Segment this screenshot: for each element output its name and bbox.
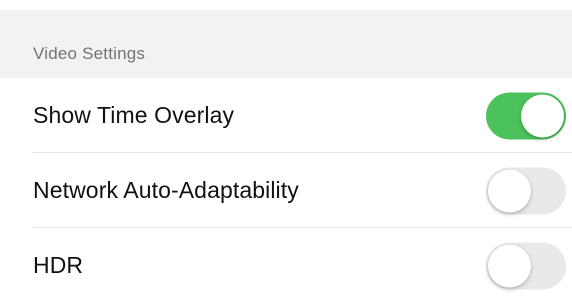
setting-row-hdr: HDR xyxy=(0,228,572,303)
setting-label: Show Time Overlay xyxy=(33,102,235,128)
setting-label: HDR xyxy=(33,252,84,278)
section-header: Video Settings xyxy=(0,10,572,78)
hdr-toggle[interactable] xyxy=(486,242,566,289)
toggle-knob xyxy=(488,244,531,287)
video-settings-screen: Video Settings Show Time Overlay Network… xyxy=(0,0,572,305)
network-auto-adaptability-toggle[interactable] xyxy=(486,167,566,214)
toggle-knob xyxy=(521,94,564,137)
setting-row-show-time-overlay: Show Time Overlay xyxy=(0,78,572,153)
setting-label: Network Auto-Adaptability xyxy=(33,177,299,203)
toggle-knob xyxy=(488,169,531,212)
show-time-overlay-toggle[interactable] xyxy=(486,92,566,139)
section-header-label: Video Settings xyxy=(33,44,146,63)
setting-row-network-auto-adaptability: Network Auto-Adaptability xyxy=(0,153,572,228)
top-spacer xyxy=(0,0,572,10)
